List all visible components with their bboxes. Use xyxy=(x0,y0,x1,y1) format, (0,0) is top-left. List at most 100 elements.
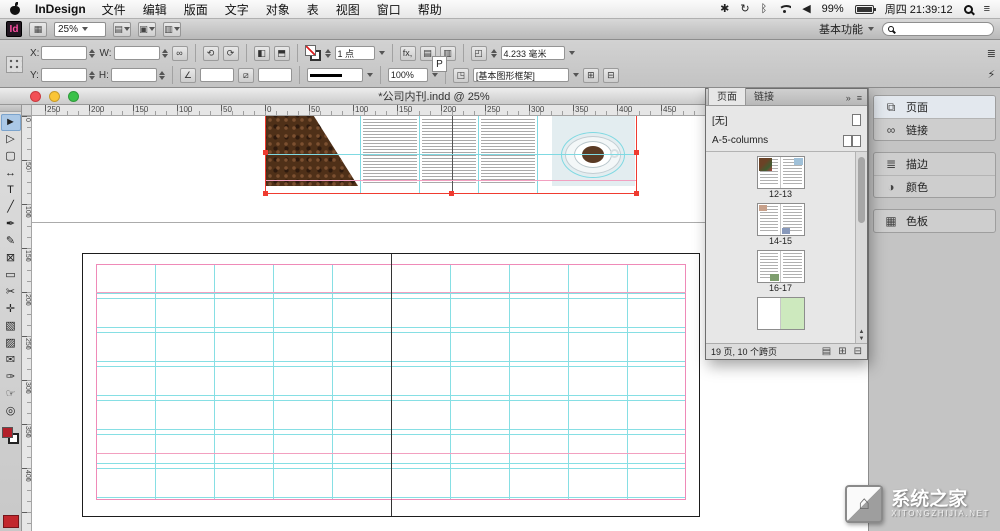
collapse-panel-icon[interactable]: » xyxy=(843,93,854,105)
hand-tool[interactable]: ☞ xyxy=(1,386,21,403)
distribute-buttons[interactable]: ⊟ xyxy=(602,67,619,83)
eyedropper-tool[interactable]: ✑ xyxy=(1,369,21,386)
opacity-input[interactable]: 100% xyxy=(387,68,428,82)
master-none-row[interactable]: [无] xyxy=(712,109,861,130)
rotate-ccw-button[interactable]: ⟲ xyxy=(202,45,219,61)
pencil-tool[interactable]: ✎ xyxy=(1,233,21,250)
spread-thumbnail[interactable] xyxy=(756,156,805,189)
wifi-icon[interactable] xyxy=(778,4,791,14)
text-column[interactable] xyxy=(481,119,535,183)
effects-fx-button[interactable]: fx, xyxy=(399,45,416,61)
stroke-weight-input[interactable]: 1 点 xyxy=(334,46,375,60)
flip-horizontal-button[interactable]: ◧ xyxy=(253,45,270,61)
menu-item[interactable]: 文件 xyxy=(102,1,126,18)
width-field[interactable]: W: xyxy=(99,46,168,60)
type-tool[interactable]: T xyxy=(1,182,21,199)
menu-clock[interactable]: 周四 21:39:12 xyxy=(885,1,953,17)
fill-stroke-swatches[interactable] xyxy=(304,45,321,61)
y-position-field[interactable]: Y: xyxy=(30,68,95,82)
height-input[interactable] xyxy=(110,68,157,82)
selection-handle[interactable] xyxy=(449,191,454,196)
edit-page-size-icon[interactable]: ▤ xyxy=(822,346,831,357)
y-stepper[interactable] xyxy=(88,70,95,80)
stroke-style-select[interactable] xyxy=(306,68,363,82)
delete-page-icon[interactable]: ⊟ xyxy=(854,346,862,357)
note-tool[interactable]: ✉ xyxy=(1,352,21,369)
text-column[interactable] xyxy=(363,119,417,183)
view-options-button[interactable]: ▤ xyxy=(113,21,131,37)
scissors-tool[interactable]: ✂ xyxy=(1,284,21,301)
width-stepper[interactable] xyxy=(161,48,168,58)
spread-item[interactable]: 12-13 xyxy=(756,156,805,199)
coffee-cup-image[interactable] xyxy=(552,116,635,186)
gradient-feather-tool[interactable]: ▨ xyxy=(1,335,21,352)
spread-bottom[interactable] xyxy=(82,253,700,517)
vertical-ruler[interactable]: 0 50 100 150 200 250 300 350 400 xyxy=(22,116,32,531)
close-button[interactable] xyxy=(30,91,41,102)
direct-selection-tool[interactable]: ▷ xyxy=(1,131,21,148)
spread-top[interactable] xyxy=(263,116,639,196)
gradient-swatch-tool[interactable]: ▧ xyxy=(1,318,21,335)
coffee-beans-image[interactable] xyxy=(266,116,358,186)
x-position-input[interactable] xyxy=(41,46,88,60)
panel-menu-icon[interactable]: ≡ xyxy=(854,93,865,105)
tab-links[interactable]: 链接 xyxy=(746,86,782,105)
menu-item[interactable]: 版面 xyxy=(184,1,208,18)
object-style-dropdown-icon[interactable] xyxy=(572,73,579,77)
scroll-up-icon[interactable]: ▲ xyxy=(859,329,865,335)
dock-item-links[interactable]: ∞ 链接 xyxy=(874,118,995,140)
stroke-style-dropdown-icon[interactable] xyxy=(366,73,373,77)
master-row[interactable]: A-5-columns xyxy=(712,130,861,151)
rectangle-frame-tool[interactable]: ⊠ xyxy=(1,250,21,267)
spread-thumbnail[interactable] xyxy=(756,203,805,236)
text-column[interactable] xyxy=(422,119,476,183)
app-status-icon[interactable]: ✱ xyxy=(720,0,729,19)
dock-item-pages[interactable]: ⧉ 页面 xyxy=(874,96,995,118)
apple-menu-icon[interactable] xyxy=(10,1,21,16)
fill-swatch[interactable] xyxy=(304,45,316,56)
stroke-weight-dropdown-icon[interactable] xyxy=(378,51,385,55)
corner-radius-stepper[interactable] xyxy=(490,48,497,58)
battery-icon[interactable] xyxy=(854,4,876,14)
corner-dropdown-icon[interactable] xyxy=(568,51,575,55)
object-style-select[interactable]: [基本图形框架] xyxy=(472,68,569,82)
spread-thumbnail[interactable] xyxy=(756,250,805,283)
gap-tool[interactable]: ↔ xyxy=(1,165,21,182)
master-none-thumb[interactable] xyxy=(852,113,861,126)
corner-options-icon[interactable]: ◰ xyxy=(470,45,487,61)
scrollbar-thumb[interactable] xyxy=(858,157,865,223)
rectangle-tool[interactable]: ▭ xyxy=(1,267,21,284)
selection-handle[interactable] xyxy=(263,150,268,155)
pen-tool[interactable]: ✒ xyxy=(1,216,21,233)
free-transform-tool[interactable]: ✛ xyxy=(1,301,21,318)
tools-panel-grip[interactable] xyxy=(0,105,21,112)
selection-handle[interactable] xyxy=(634,191,639,196)
dock-item-color[interactable]: ◑ 颜色 xyxy=(874,175,995,197)
spread-item[interactable]: 14-15 xyxy=(756,203,805,246)
menu-item[interactable]: 帮助 xyxy=(418,1,442,18)
height-stepper[interactable] xyxy=(158,70,165,80)
spotlight-icon[interactable] xyxy=(963,4,973,14)
width-input[interactable] xyxy=(113,46,160,60)
fill-stroke-indicator[interactable] xyxy=(2,427,19,444)
paragraph-toggle-button[interactable]: P xyxy=(432,56,447,72)
rotate-cw-button[interactable]: ⟳ xyxy=(222,45,239,61)
menu-item[interactable]: 视图 xyxy=(336,1,360,18)
new-page-icon[interactable]: ⊞ xyxy=(838,346,846,357)
workspace-switcher[interactable]: 基本功能 xyxy=(819,21,874,37)
zoom-window-button[interactable] xyxy=(68,91,79,102)
rotation-angle-input[interactable] xyxy=(199,68,234,82)
corner-radius-input[interactable]: 4.233 毫米 xyxy=(500,46,565,60)
y-position-input[interactable] xyxy=(40,68,87,82)
x-stepper[interactable] xyxy=(89,48,96,58)
pages-scrollbar[interactable]: ▲ ▼ xyxy=(855,152,867,343)
bluetooth-icon[interactable]: ᛒ xyxy=(761,0,768,19)
selection-tool[interactable]: ► xyxy=(0,114,21,131)
height-field[interactable]: H: xyxy=(99,68,165,82)
stroke-weight-stepper[interactable] xyxy=(324,48,331,58)
menu-item[interactable]: 编辑 xyxy=(143,1,167,18)
panel-menu-icon[interactable]: ≣ xyxy=(987,47,996,60)
minimize-button[interactable] xyxy=(49,91,60,102)
fill-color-swatch[interactable] xyxy=(2,427,13,438)
spread-thumbnail[interactable] xyxy=(756,297,805,330)
